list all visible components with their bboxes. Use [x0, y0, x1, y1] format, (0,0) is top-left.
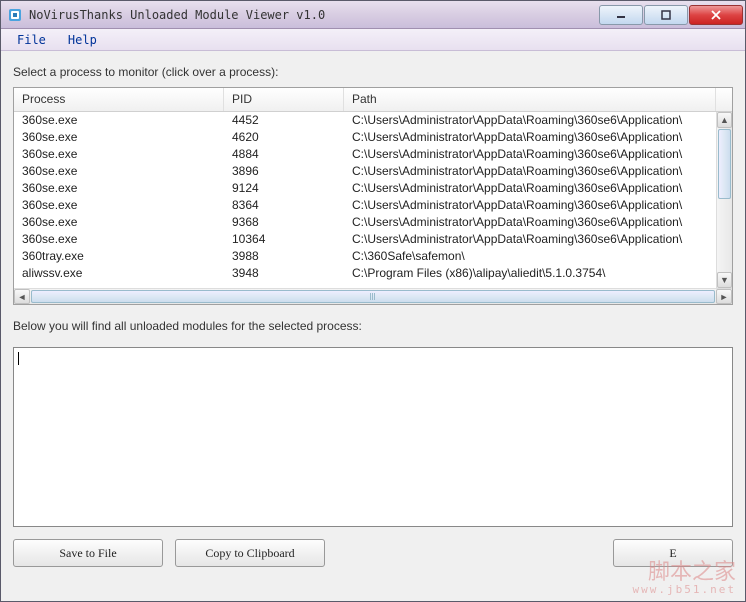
process-table: Process PID Path 360se.exe4452C:\Users\A… [13, 87, 733, 305]
copy-to-clipboard-button[interactable]: Copy to Clipboard [175, 539, 325, 567]
col-header-pid[interactable]: PID [224, 88, 344, 111]
select-process-label: Select a process to monitor (click over … [13, 65, 733, 79]
cell-path: C:\Users\Administrator\AppData\Roaming\3… [344, 129, 716, 146]
cell-pid: 10364 [224, 231, 344, 248]
close-button[interactable] [689, 5, 743, 25]
table-row[interactable]: 360se.exe10364C:\Users\Administrator\App… [14, 231, 716, 248]
window-title: NoVirusThanks Unloaded Module Viewer v1.… [29, 8, 598, 22]
cell-path: C:\Users\Administrator\AppData\Roaming\3… [344, 163, 716, 180]
cell-process: 360se.exe [14, 214, 224, 231]
cell-pid: 4884 [224, 146, 344, 163]
cell-path: C:\Users\Administrator\AppData\Roaming\3… [344, 214, 716, 231]
save-to-file-button[interactable]: Save to File [13, 539, 163, 567]
cell-path: C:\Users\Administrator\AppData\Roaming\3… [344, 146, 716, 163]
hscroll-thumb[interactable] [31, 290, 715, 303]
table-header: Process PID Path [14, 88, 732, 112]
cell-process: 360tray.exe [14, 248, 224, 265]
col-header-process[interactable]: Process [14, 88, 224, 111]
button-row: Save to File Copy to Clipboard E [13, 539, 733, 567]
cell-process: 360se.exe [14, 163, 224, 180]
scroll-right-icon[interactable]: ► [716, 289, 732, 304]
cell-path: C:\Users\Administrator\AppData\Roaming\3… [344, 180, 716, 197]
cell-pid: 4452 [224, 112, 344, 129]
table-row[interactable]: 360se.exe8364C:\Users\Administrator\AppD… [14, 197, 716, 214]
cell-pid: 9368 [224, 214, 344, 231]
cell-pid: 3896 [224, 163, 344, 180]
table-row[interactable]: 360se.exe9368C:\Users\Administrator\AppD… [14, 214, 716, 231]
maximize-button[interactable] [644, 5, 688, 25]
scroll-down-icon[interactable]: ▼ [717, 272, 732, 288]
cell-pid: 3948 [224, 265, 344, 282]
scroll-thumb[interactable] [718, 129, 731, 199]
cell-process: 360se.exe [14, 180, 224, 197]
vertical-scrollbar[interactable]: ▲ ▼ [716, 112, 732, 288]
minimize-button[interactable] [599, 5, 643, 25]
table-row[interactable]: aliwssv.exe3948C:\Program Files (x86)\al… [14, 265, 716, 282]
cell-path: C:\Program Files (x86)\alipay\aliedit\5.… [344, 265, 716, 282]
table-row[interactable]: 360se.exe4620C:\Users\Administrator\AppD… [14, 129, 716, 146]
cell-process: 360se.exe [14, 231, 224, 248]
cell-pid: 9124 [224, 180, 344, 197]
cell-path: C:\360Safe\safemon\ [344, 248, 716, 265]
table-row[interactable]: 360se.exe4452C:\Users\Administrator\AppD… [14, 112, 716, 129]
menu-file[interactable]: File [7, 31, 56, 49]
cell-pid: 8364 [224, 197, 344, 214]
titlebar[interactable]: NoVirusThanks Unloaded Module Viewer v1.… [1, 1, 745, 29]
app-icon [7, 7, 23, 23]
cell-path: C:\Users\Administrator\AppData\Roaming\3… [344, 112, 716, 129]
cell-process: aliwssv.exe [14, 265, 224, 282]
menubar: File Help [1, 29, 745, 51]
scroll-up-icon[interactable]: ▲ [717, 112, 732, 128]
cell-process: 360se.exe [14, 146, 224, 163]
menu-help[interactable]: Help [58, 31, 107, 49]
col-header-path[interactable]: Path [344, 88, 716, 111]
app-window: NoVirusThanks Unloaded Module Viewer v1.… [0, 0, 746, 602]
cell-pid: 4620 [224, 129, 344, 146]
cell-process: 360se.exe [14, 112, 224, 129]
table-row[interactable]: 360se.exe9124C:\Users\Administrator\AppD… [14, 180, 716, 197]
cell-process: 360se.exe [14, 197, 224, 214]
cell-path: C:\Users\Administrator\AppData\Roaming\3… [344, 231, 716, 248]
table-row[interactable]: 360se.exe3896C:\Users\Administrator\AppD… [14, 163, 716, 180]
table-row[interactable]: 360se.exe4884C:\Users\Administrator\AppD… [14, 146, 716, 163]
table-row[interactable]: 360tray.exe3988C:\360Safe\safemon\ [14, 248, 716, 265]
scroll-left-icon[interactable]: ◄ [14, 289, 30, 304]
cell-path: C:\Users\Administrator\AppData\Roaming\3… [344, 197, 716, 214]
horizontal-scrollbar[interactable]: ◄ ► [14, 288, 732, 304]
modules-output[interactable] [13, 347, 733, 527]
cell-pid: 3988 [224, 248, 344, 265]
third-button[interactable]: E [613, 539, 733, 567]
text-cursor [18, 352, 19, 365]
cell-process: 360se.exe [14, 129, 224, 146]
table-body: 360se.exe4452C:\Users\Administrator\AppD… [14, 112, 732, 288]
window-controls [598, 5, 743, 25]
modules-label: Below you will find all unloaded modules… [13, 319, 733, 333]
content-area: Select a process to monitor (click over … [1, 51, 745, 601]
